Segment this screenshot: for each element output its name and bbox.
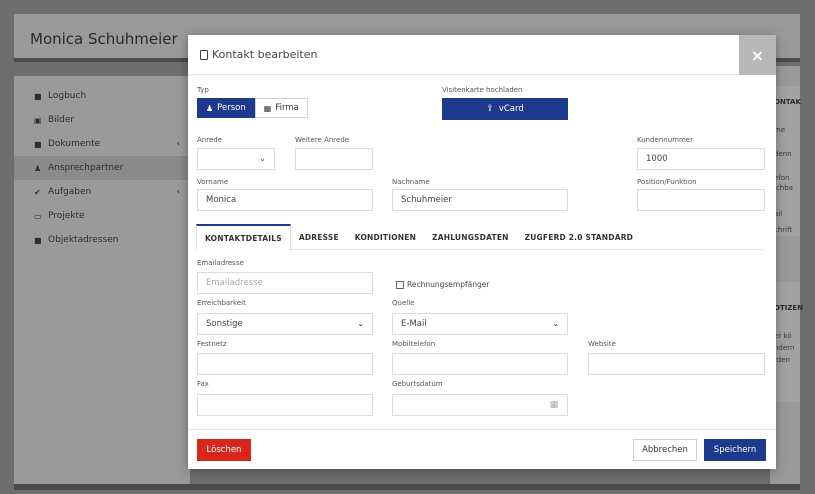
typ-option-person[interactable]: ♟ Person — [197, 98, 255, 118]
tab-konditionen[interactable]: KONDITIONEN — [347, 224, 424, 250]
sidebar-item-logbuch[interactable]: ■ Logbuch — [14, 84, 190, 108]
nachname-input[interactable]: Schuhmeier — [392, 189, 568, 211]
kundennummer-input[interactable]: 1000 — [637, 148, 765, 170]
kundennummer-label: Kundennummer — [637, 136, 693, 144]
cancel-button[interactable]: Abbrechen — [633, 439, 697, 461]
sidebar-item-projekte[interactable]: ▭ Projekte — [14, 204, 190, 228]
page-footer-bar — [14, 484, 800, 490]
modal-title: Kontakt bearbeiten — [212, 48, 318, 61]
building-icon: ■ — [34, 235, 42, 245]
quelle-value: E-Mail — [401, 319, 427, 329]
typ-label: Typ — [197, 86, 209, 94]
folder-icon: ▭ — [34, 211, 42, 221]
modal-footer: Löschen Abbrechen Speichern — [188, 429, 776, 469]
file-icon: ■ — [34, 139, 42, 149]
email-input[interactable]: Emailadresse — [197, 272, 373, 294]
sidebar-item-ansprechpartner[interactable]: ♟ Ansprechpartner — [14, 156, 190, 180]
note-line: ndern — [774, 344, 795, 352]
vcard-upload-button[interactable]: ⇪ vCard — [442, 98, 568, 120]
close-button[interactable]: × — [739, 35, 776, 75]
vorname-label: Vorname — [197, 178, 229, 186]
website-label: Website — [588, 340, 616, 348]
typ-option-label: Person — [217, 103, 246, 113]
geburtsdatum-input[interactable]: ▦ — [392, 394, 568, 416]
contact-row: chrift — [774, 226, 793, 234]
vorname-input[interactable]: Monica — [197, 189, 373, 211]
chevron-down-icon: ⌄ — [552, 319, 559, 328]
weitere-anrede-label: Weitere Anrede — [295, 136, 350, 144]
tab-kontaktdetails[interactable]: KONTAKTDETAILS — [196, 224, 291, 251]
sidebar: ■ Logbuch ▣ Bilder ■ Dokumente ‹ ♟ Ansprechpartn… — [14, 76, 190, 484]
position-input[interactable] — [637, 189, 765, 211]
typ-toggle: ♟ Person ▦ Firma — [197, 98, 308, 118]
sidebar-item-label: Dokumente — [48, 139, 101, 149]
sidebar-item-objektadressen[interactable]: ■ Objektadressen — [14, 228, 190, 252]
email-label: Emailadresse — [197, 259, 244, 267]
modal-header: Kontakt bearbeiten × — [188, 35, 776, 75]
festnetz-label: Festnetz — [197, 340, 227, 348]
sidebar-item-label: Ansprechpartner — [48, 163, 124, 173]
sidebar-item-label: Objektadressen — [48, 235, 119, 245]
typ-option-label: Firma — [275, 103, 299, 113]
typ-option-firma[interactable]: ▦ Firma — [254, 98, 308, 118]
geburtsdatum-label: Geburtsdatum — [392, 380, 443, 388]
notes-panel-header: OTIZEN — [774, 304, 804, 312]
checkbox-label: Rechnungsempfänger — [407, 280, 490, 289]
document-icon — [200, 49, 208, 60]
chevron-left-icon: ‹ — [176, 187, 180, 197]
image-icon: ▣ — [34, 115, 42, 125]
delete-button[interactable]: Löschen — [197, 439, 251, 461]
visitenkarte-label: Visitenkarte hochladen — [442, 86, 523, 94]
sidebar-item-label: Bilder — [48, 115, 75, 125]
sidebar-item-label: Projekte — [48, 211, 85, 221]
sidebar-item-aufgaben[interactable]: ✔ Aufgaben ‹ — [14, 180, 190, 204]
upload-icon: ⇪ — [486, 104, 494, 114]
chevron-down-icon: ⌄ — [357, 319, 364, 328]
tab-zahlungsdaten[interactable]: ZAHLUNGSDATEN — [424, 224, 517, 250]
book-icon: ■ — [34, 91, 42, 101]
contact-row: efon — [774, 174, 790, 182]
sidebar-item-bilder[interactable]: ▣ Bilder — [14, 108, 190, 132]
vcard-button-label: vCard — [498, 104, 524, 114]
erreichbarkeit-label: Erreichbarkeit — [197, 299, 246, 307]
building-icon: ▦ — [263, 103, 272, 113]
contact-row: ichba — [774, 184, 793, 192]
mobiltelefon-label: Mobiltelefon — [392, 340, 436, 348]
note-line: er kö — [774, 332, 792, 340]
users-icon: ♟ — [34, 163, 42, 173]
fax-label: Fax — [197, 380, 209, 388]
nachname-label: Nachname — [392, 178, 430, 186]
tab-bar: KONTAKTDETAILS ADRESSE KONDITIONEN ZAHLU… — [196, 224, 764, 251]
quelle-select[interactable]: E-Mail ⌄ — [392, 313, 568, 335]
fax-input[interactable] — [197, 394, 373, 416]
festnetz-input[interactable] — [197, 353, 373, 375]
quelle-label: Quelle — [392, 299, 415, 307]
sidebar-item-label: Logbuch — [48, 91, 87, 101]
person-icon: ♟ — [206, 103, 214, 113]
contact-panel-header: ONTAK — [774, 98, 801, 106]
mobiltelefon-input[interactable] — [392, 353, 568, 375]
contact-row: denn — [774, 150, 792, 158]
erreichbarkeit-value: Sonstige — [206, 319, 243, 329]
page-title: Monica Schuhmeier — [30, 30, 178, 48]
website-input[interactable] — [588, 353, 765, 375]
weitere-anrede-input[interactable] — [295, 148, 373, 170]
sidebar-item-dokumente[interactable]: ■ Dokumente ‹ — [14, 132, 190, 156]
chevron-left-icon: ‹ — [176, 139, 180, 149]
rechnungsempfaenger-checkbox[interactable]: Rechnungsempfänger — [396, 280, 489, 289]
chevron-down-icon: ⌄ — [259, 154, 266, 163]
tab-adresse[interactable]: ADRESSE — [291, 224, 347, 250]
checkbox-box — [396, 280, 404, 289]
save-button[interactable]: Speichern — [704, 439, 766, 461]
check-icon: ✔ — [34, 187, 41, 197]
erreichbarkeit-select[interactable]: Sonstige ⌄ — [197, 313, 373, 335]
anrede-label: Anrede — [197, 136, 223, 144]
position-label: Position/Funktion — [637, 178, 697, 186]
calendar-icon[interactable]: ▦ — [541, 395, 567, 415]
sidebar-item-label: Aufgaben — [48, 187, 92, 197]
anrede-select[interactable]: ⌄ — [197, 148, 275, 170]
edit-contact-modal: Kontakt bearbeiten × Typ ♟ Person ▦ Firm… — [188, 35, 776, 469]
note-line: rden — [774, 356, 790, 364]
tab-zugferd[interactable]: ZUGFERD 2.0 STANDARD — [517, 224, 642, 250]
